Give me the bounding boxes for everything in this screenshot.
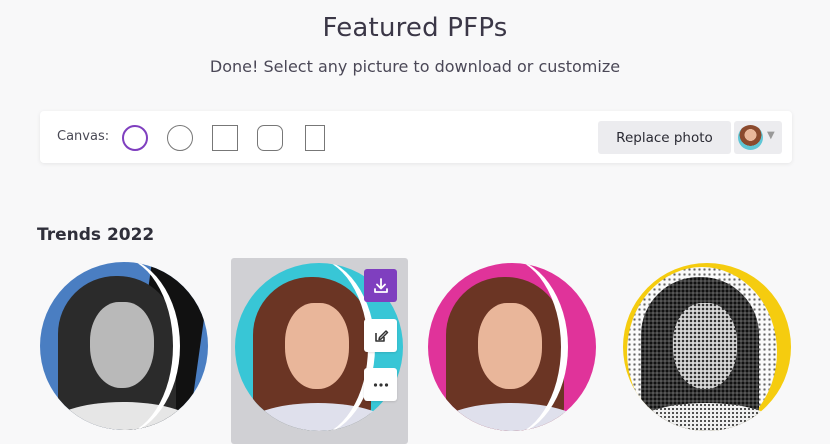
- edit-button[interactable]: [364, 319, 397, 352]
- canvas-label: Canvas:: [57, 129, 110, 144]
- portrait-rectangle-icon: [305, 125, 325, 151]
- pfp-card-4[interactable]: [623, 263, 791, 431]
- square-icon: [212, 125, 238, 151]
- download-icon: [373, 277, 388, 293]
- pfp-card-1[interactable]: [40, 262, 208, 430]
- chevron-down-icon: ▼: [767, 130, 775, 141]
- canvas-toolbar: Canvas: Replace photo ▼: [40, 111, 792, 163]
- avatar: [738, 125, 763, 150]
- canvas-shape-circle-selected[interactable]: [122, 125, 148, 151]
- page-title: Featured PFPs: [322, 13, 508, 43]
- more-icon: [373, 382, 388, 387]
- more-options-button[interactable]: [364, 368, 397, 401]
- circle-outline-icon: [167, 125, 193, 151]
- canvas-shape-square[interactable]: [212, 125, 238, 151]
- edit-icon: [374, 329, 388, 342]
- replace-photo-button[interactable]: Replace photo: [598, 121, 731, 154]
- download-button[interactable]: [364, 269, 397, 302]
- canvas-shape-portrait[interactable]: [305, 125, 325, 151]
- pfp-card-3[interactable]: [428, 263, 596, 431]
- photo-select-dropdown[interactable]: ▼: [734, 121, 782, 154]
- canvas-shape-circle[interactable]: [167, 125, 193, 151]
- page-subtitle: Done! Select any picture to download or …: [209, 57, 621, 76]
- section-title: Trends 2022: [37, 225, 155, 245]
- canvas-shape-rounded-square[interactable]: [257, 125, 283, 151]
- circle-icon: [122, 125, 148, 151]
- rounded-square-icon: [257, 125, 283, 151]
